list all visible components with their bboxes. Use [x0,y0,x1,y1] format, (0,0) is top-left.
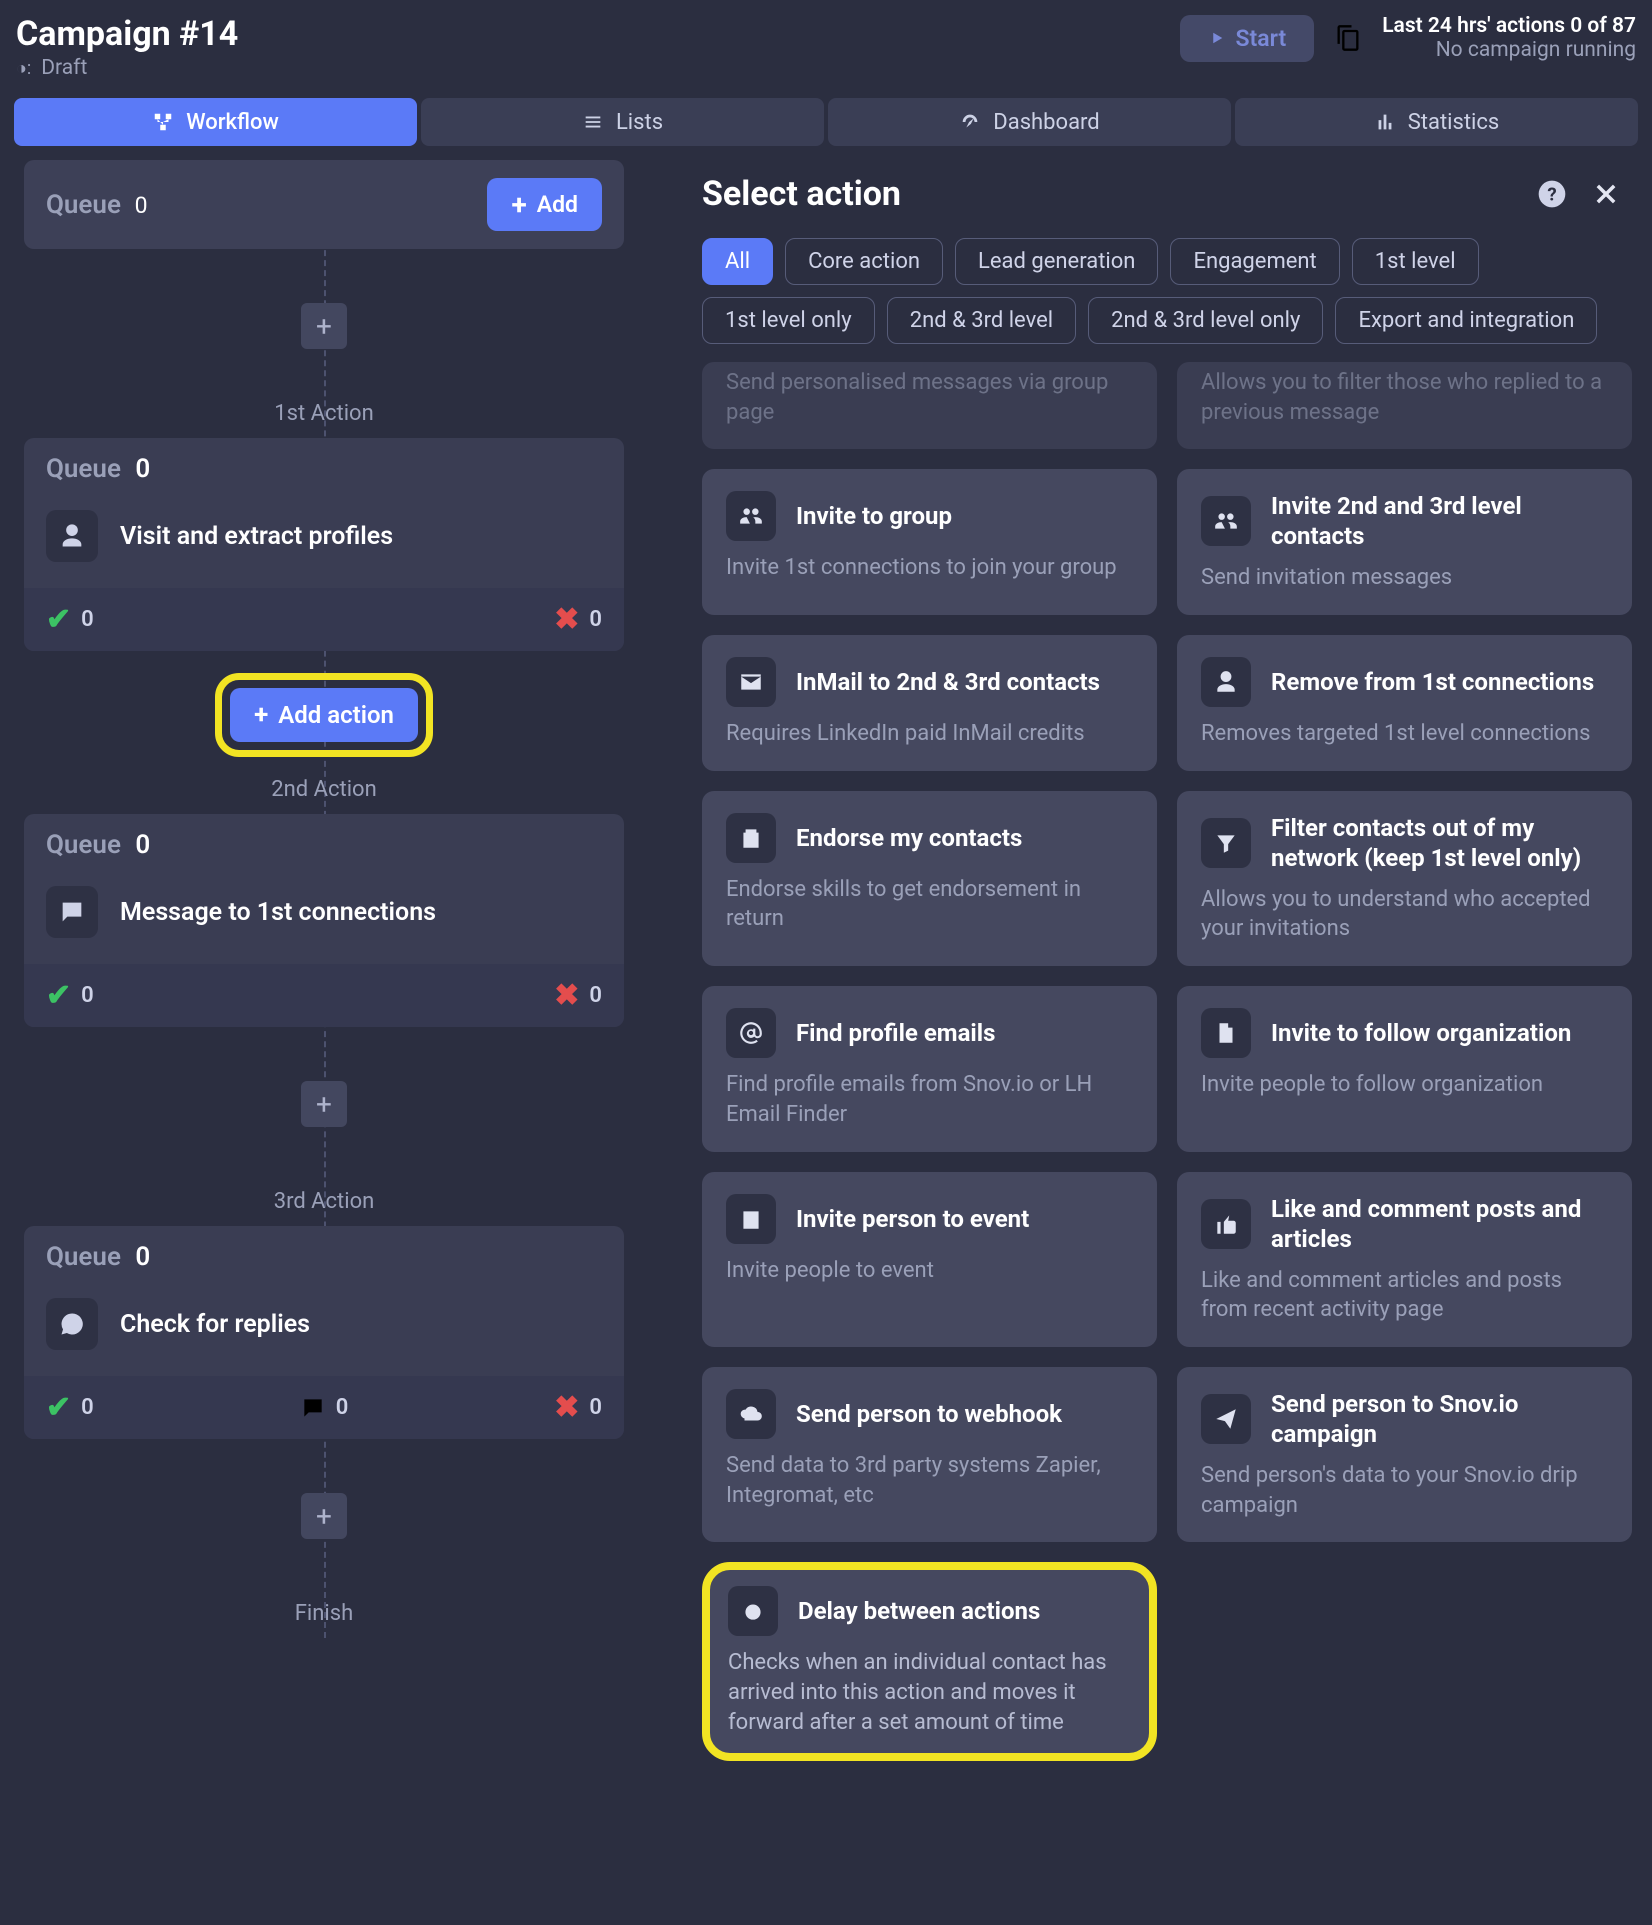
start-button[interactable]: Start [1180,15,1315,62]
filter-chip[interactable]: 1st level only [702,297,875,344]
check-icon: ✔ [46,1390,71,1425]
filter-chip[interactable]: Lead generation [955,238,1158,285]
filter-icon [1201,818,1251,868]
action-card[interactable]: Queue 0 Message to 1st connections ✔0 ✖0 [24,814,624,1027]
action-card[interactable]: Queue 0 Check for replies ✔0 0 ✖0 [24,1226,624,1439]
action-option[interactable]: Remove from 1st connections Removes targ… [1177,635,1632,771]
action-option[interactable]: Invite to group Invite 1st connections t… [702,469,1157,615]
panel-title: Select action [702,174,1516,214]
cross-icon: ✖ [554,1390,579,1425]
action-option[interactable]: Send person to Snov.io campaign Send per… [1177,1367,1632,1542]
check-icon: ✔ [46,602,71,637]
filter-chips: All Core action Lead generation Engagement 1… [702,238,1632,362]
user-minus-icon [1201,657,1251,707]
cross-icon: ✖ [554,602,579,637]
tab-lists-label: Lists [616,110,663,135]
duplicate-icon[interactable] [1334,24,1362,52]
add-action-button[interactable]: +Add action [230,688,418,742]
thumb-icon [1201,1199,1251,1249]
stage-label: 1st Action [274,401,373,426]
mail-icon [726,657,776,707]
workflow-canvas: Queue 0 +Add +1st Action Queue 0 Visit a… [14,160,634,1638]
action-option[interactable]: InMail to 2nd & 3rd contacts Requires Li… [702,635,1157,771]
insert-step-button[interactable]: + [301,303,347,349]
start-label: Start [1236,25,1287,52]
filter-chip[interactable]: Export and integration [1335,297,1597,344]
nav-tabs: Workflow Lists Dashboard Statistics [0,98,1652,160]
action-card-partial[interactable]: Allows you to filter those who replied t… [1177,362,1632,449]
filter-chip[interactable]: All [702,238,773,285]
filter-chip[interactable]: 2nd & 3rd level [887,297,1076,344]
cross-icon: ✖ [554,978,579,1013]
clipboard-icon [726,813,776,863]
play-icon [1208,29,1226,47]
action-option[interactable]: Invite 2nd and 3rd level contacts Send i… [1177,469,1632,615]
tab-lists[interactable]: Lists [421,98,824,146]
filter-chip[interactable]: Engagement [1170,238,1339,285]
users-icon [1201,496,1251,546]
insert-step-button[interactable]: + [301,1081,347,1127]
reply-icon [300,1395,326,1421]
campaign-status: Draft [41,56,87,80]
workflow-icon [152,111,174,133]
calendar-icon [726,1194,776,1244]
select-action-panel: Select action All Core action Lead generat… [674,160,1638,1761]
add-contacts-button[interactable]: +Add [487,178,602,231]
lists-icon [582,111,604,133]
running-status: No campaign running [1382,38,1636,62]
action-grid: Send personalised messages via group pag… [702,362,1632,1761]
tab-dashboard-label: Dashboard [993,110,1099,135]
finish-label: Finish [295,1601,353,1626]
action-option[interactable]: Invite person to event Invite people to … [702,1172,1157,1347]
action-option[interactable]: Like and comment posts and articles Like… [1177,1172,1632,1347]
cloud-icon [726,1389,776,1439]
building-icon [1201,1008,1251,1058]
stage-label: 3rd Action [274,1189,375,1214]
at-icon [726,1008,776,1058]
campaign-title: Campaign #14 [16,14,1180,54]
action-option[interactable]: Find profile emails Find profile emails … [702,986,1157,1151]
action-icon [46,510,98,562]
action-option[interactable]: Send person to webhook Send data to 3rd … [702,1367,1157,1542]
filter-chip[interactable]: Core action [785,238,943,285]
action-icon [46,1298,98,1350]
action-option[interactable]: Endorse my contacts Endorse skills to ge… [702,791,1157,966]
action-option[interactable]: Delay between actions Checks when an ind… [702,1562,1157,1761]
tab-dashboard[interactable]: Dashboard [828,98,1231,146]
filter-chip[interactable]: 2nd & 3rd level only [1088,297,1323,344]
action-card-partial[interactable]: Send personalised messages via group pag… [702,362,1157,449]
last-actions: Last 24 hrs' actions 0 of 87 [1382,14,1636,38]
queue-start: Queue 0 +Add [24,160,624,249]
action-icon [46,886,98,938]
insert-step-button[interactable]: + [301,1493,347,1539]
check-icon: ✔ [46,978,71,1013]
tab-workflow[interactable]: Workflow [14,98,417,146]
tab-statistics-label: Statistics [1408,110,1500,135]
timer-icon [728,1586,778,1636]
header: Campaign #14 ◑: Draft Start Last 24 hrs'… [0,0,1652,98]
status-icon: ◑: [16,58,31,79]
action-option[interactable]: Invite to follow organization Invite peo… [1177,986,1632,1151]
dashboard-icon [959,111,981,133]
action-option[interactable]: Filter contacts out of my network (keep … [1177,791,1632,966]
add-action-highlight: +Add action [215,673,433,757]
filter-chip[interactable]: 1st level [1352,238,1479,285]
tab-statistics[interactable]: Statistics [1235,98,1638,146]
stage-label: 2nd Action [271,777,377,802]
send-icon [1201,1394,1251,1444]
help-button[interactable] [1534,176,1570,212]
close-button[interactable] [1588,176,1624,212]
group-add-icon [726,491,776,541]
tab-workflow-label: Workflow [186,110,279,135]
action-card[interactable]: Queue 0 Visit and extract profiles ✔0 ✖0 [24,438,624,651]
statistics-icon [1374,111,1396,133]
